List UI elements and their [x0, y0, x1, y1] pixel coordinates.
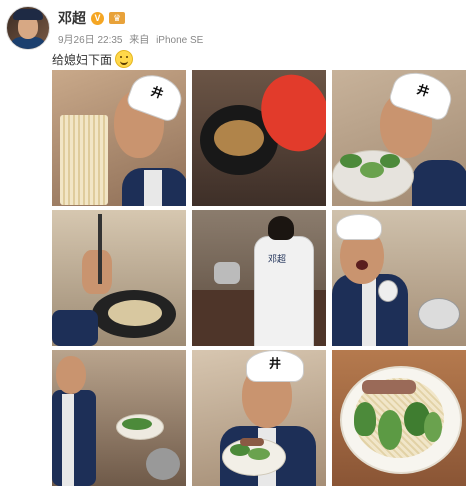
cap-logo: 井	[149, 84, 166, 102]
source-prefix: 来自	[129, 35, 150, 46]
post-time[interactable]: 9月26日 22:35	[58, 35, 123, 46]
grinning-emoji-icon	[115, 50, 134, 68]
photo-surprised-at-stove[interactable]	[332, 210, 466, 346]
user-avatar[interactable]	[6, 6, 50, 50]
post-caption: 给媳妇下面	[52, 50, 134, 68]
photo-bok-choy[interactable]: 井	[332, 70, 466, 206]
photo-cooking-kitchen[interactable]: 邓超	[192, 210, 326, 346]
photo-finished-bowl[interactable]	[332, 350, 466, 486]
member-crown-icon[interactable]: ♛	[109, 12, 125, 24]
post-header: 邓超 V ♛ 9月26日 22:35 来自 iPhone SE	[6, 6, 466, 50]
photo-holding-noodles[interactable]: 井	[52, 70, 186, 206]
name-row: 邓超 V ♛	[58, 8, 125, 28]
photo-grid: 井 井 邓超 井	[52, 70, 466, 486]
user-name[interactable]: 邓超	[58, 8, 86, 28]
cap-logo: 井	[415, 82, 431, 100]
photo-pot-broth[interactable]	[192, 70, 326, 206]
photo-noodles-in-pan[interactable]	[52, 210, 186, 346]
cap-logo: 井	[268, 356, 282, 371]
photo-holding-bowl[interactable]: 井	[192, 350, 326, 486]
caption-text: 给媳妇下面	[52, 52, 113, 67]
source-device[interactable]: iPhone SE	[156, 35, 203, 46]
verified-v-icon: V	[91, 11, 104, 25]
post-meta: 9月26日 22:35 来自 iPhone SE	[58, 31, 207, 46]
photo-plating-veg[interactable]	[52, 350, 186, 486]
jacket-text: 邓超	[268, 254, 287, 264]
